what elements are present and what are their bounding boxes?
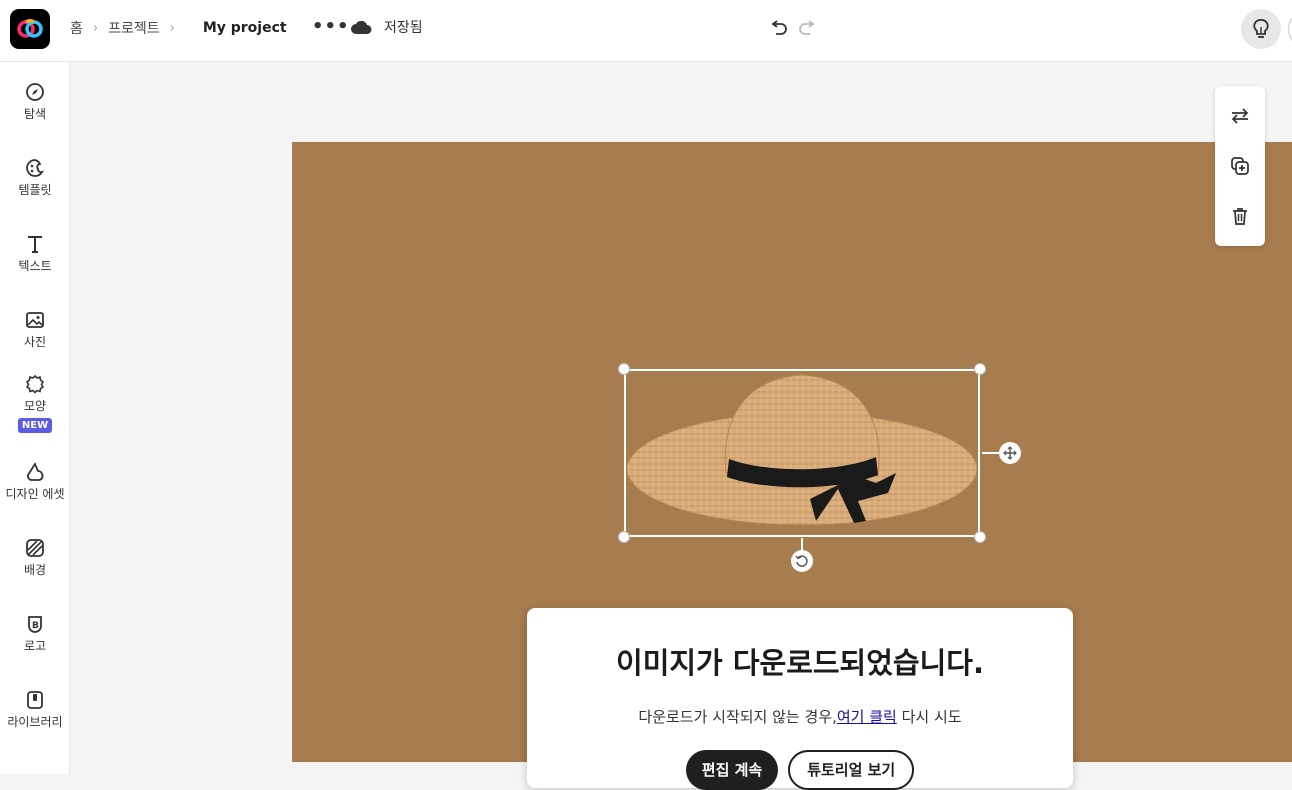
- dialog-title: 이미지가 다운로드되었습니다.: [616, 646, 984, 680]
- resize-handle-top-left[interactable]: [618, 363, 630, 375]
- sidebar-item-label: 탐색: [23, 107, 47, 121]
- resize-handle-bottom-right[interactable]: [974, 531, 986, 543]
- replace-icon[interactable]: [1228, 104, 1252, 128]
- sidebar-item-label: 라이브러리: [7, 715, 63, 729]
- undo-icon[interactable]: [768, 18, 790, 44]
- top-bar: 홈 › 프로젝트 › My project ••• 저장됨: [0, 0, 1292, 62]
- project-name[interactable]: My project: [203, 20, 287, 36]
- sidebar-item-library[interactable]: 라이브러리: [0, 690, 70, 730]
- save-status: 저장됨: [350, 17, 423, 37]
- more-options-button[interactable]: •••: [312, 16, 350, 37]
- sidebar-item-templates[interactable]: 템플릿: [0, 158, 70, 198]
- continue-editing-button[interactable]: 편집 계속: [685, 750, 779, 790]
- new-badge: NEW: [17, 418, 53, 433]
- retry-download-link[interactable]: 여기 클릭: [837, 708, 897, 726]
- library-icon: [27, 691, 43, 709]
- sidebar-item-shapes[interactable]: 모양 NEW: [0, 374, 70, 433]
- resize-handle-top-right[interactable]: [974, 363, 986, 375]
- sidebar-item-label: 텍스트: [18, 259, 52, 273]
- sidebar-item-explore[interactable]: 탐색: [0, 82, 70, 122]
- template-icon: [26, 159, 45, 177]
- rotate-handle-connector: [801, 538, 803, 550]
- sidebar-item-design-assets[interactable]: 디자인 에셋: [0, 462, 70, 502]
- dialog-subtitle: 다운로드가 시작되지 않는 경우,여기 클릭 다시 시도: [527, 706, 1073, 727]
- compass-icon: [26, 83, 44, 101]
- app-logo-icon[interactable]: [10, 9, 50, 49]
- sidebar-item-label: 사진: [23, 335, 47, 349]
- background-icon: [26, 539, 44, 557]
- move-icon[interactable]: [999, 442, 1021, 464]
- duplicate-icon[interactable]: [1228, 154, 1252, 178]
- svg-text:B: B: [32, 621, 39, 631]
- redo-icon[interactable]: [796, 18, 818, 44]
- left-sidebar: 탐색 템플릿 텍스트 사진 모양 NEW 디자인 에셋 배경 B 로고 라이브러…: [0, 62, 70, 774]
- sidebar-item-label: 배경: [23, 563, 47, 577]
- view-tutorial-button[interactable]: 튜토리얼 보기: [788, 750, 915, 790]
- account-button[interactable]: [1288, 9, 1292, 49]
- delete-icon[interactable]: [1228, 204, 1252, 228]
- shape-icon: [25, 374, 45, 394]
- breadcrumb-projects[interactable]: 프로젝트: [108, 18, 160, 38]
- save-status-label: 저장됨: [384, 20, 423, 36]
- chevron-right-icon: ›: [92, 20, 99, 36]
- sidebar-item-text[interactable]: 텍스트: [0, 234, 70, 274]
- photo-icon: [26, 312, 44, 328]
- element-toolbar: [1215, 86, 1265, 246]
- dialog-subtitle-prefix: 다운로드가 시작되지 않는 경우,: [638, 708, 837, 726]
- breadcrumb: 홈 › 프로젝트 › My project: [70, 18, 287, 38]
- dialog-subtitle-suffix: 다시 시도: [901, 708, 962, 726]
- resize-handle-bottom-left[interactable]: [618, 531, 630, 543]
- text-icon: [28, 236, 42, 253]
- sidebar-item-label: 모양: [23, 399, 47, 413]
- sidebar-item-photos[interactable]: 사진: [0, 310, 70, 350]
- logo-icon: B: [28, 616, 42, 633]
- sidebar-item-label: 템플릿: [18, 183, 52, 197]
- breadcrumb-home[interactable]: 홈: [70, 18, 83, 38]
- move-handle-connector: [982, 452, 1000, 454]
- sidebar-item-logo[interactable]: B 로고: [0, 614, 70, 654]
- sidebar-item-label: 로고: [23, 639, 47, 653]
- sidebar-item-label: 디자인 에셋: [5, 487, 65, 501]
- cloud-icon: [351, 20, 372, 34]
- dialog-actions: 편집 계속 튜토리얼 보기: [527, 750, 1073, 790]
- lightbulb-icon[interactable]: [1241, 9, 1281, 49]
- design-assets-icon: [27, 462, 44, 481]
- download-complete-dialog: 이미지가 다운로드되었습니다. 다운로드가 시작되지 않는 경우,여기 클릭 다…: [527, 608, 1073, 790]
- chevron-right-icon: ›: [169, 20, 175, 36]
- selection-frame: [624, 369, 980, 537]
- sidebar-item-background[interactable]: 배경: [0, 538, 70, 578]
- rotate-icon[interactable]: [791, 550, 813, 572]
